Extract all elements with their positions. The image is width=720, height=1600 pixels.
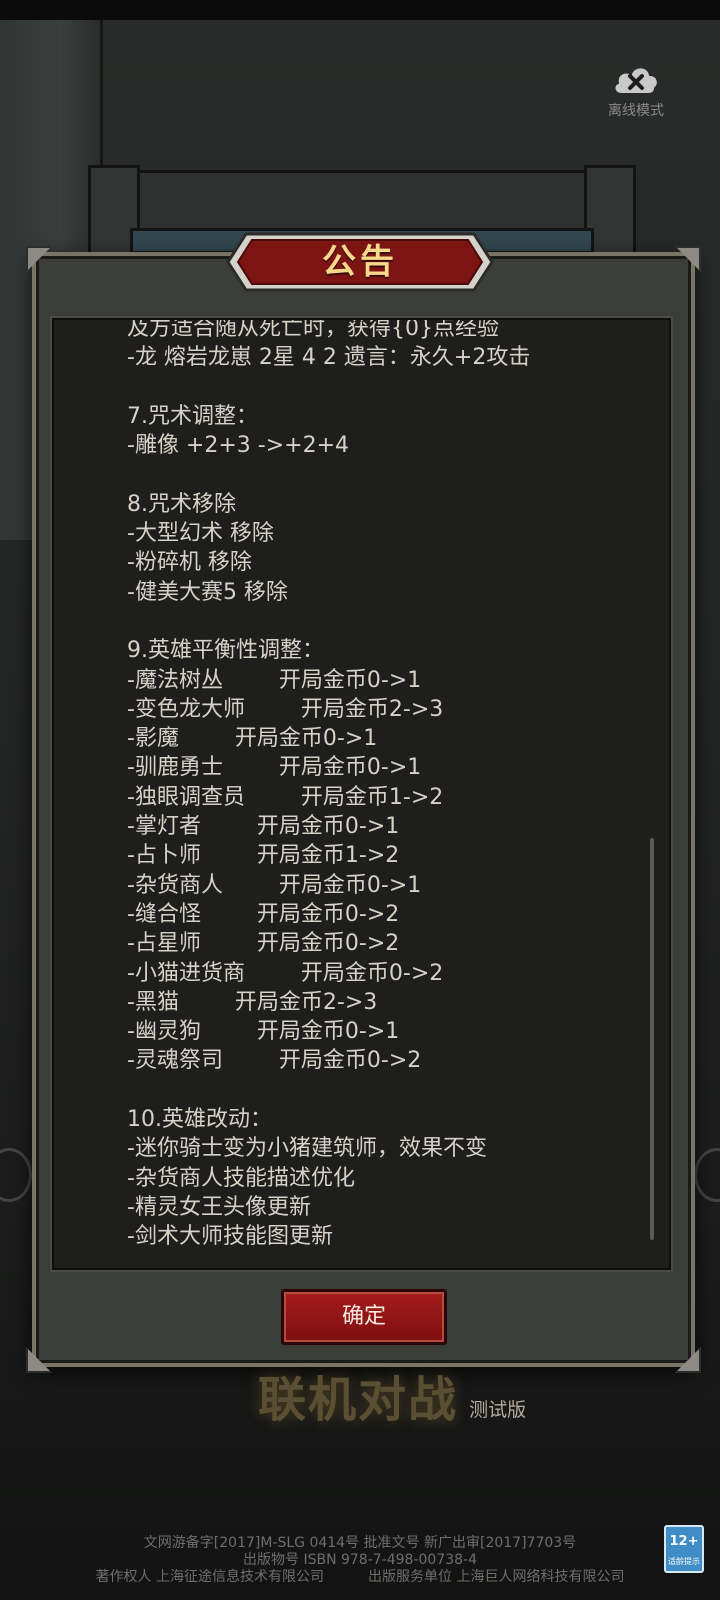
- announcement-line: -精灵女王头像更新: [127, 1194, 311, 1220]
- dialog-title-plate: 公告: [226, 232, 494, 292]
- announcement-line: -杂货商人技能描述优化: [127, 1165, 355, 1191]
- announcement-line: -掌灯者 开局金币0->1: [127, 814, 400, 840]
- license-footer: 文网游备字[2017]M-SLG 0414号 批准文号 新广出审[2017]77…: [0, 1535, 720, 1586]
- announcement-line: -驯鹿勇士 开局金币0->1: [127, 755, 422, 781]
- announcement-line: -占卜师 开局金币1->2: [127, 843, 400, 869]
- announcement-line: -黑猫 开局金币2->3: [127, 989, 378, 1015]
- announcement-line: -缝合怪 开局金币0->2: [127, 901, 400, 927]
- game-title-sub: 测试版: [469, 1399, 527, 1421]
- announcement-line: 8.咒术移除: [127, 491, 236, 517]
- age-rating-badge: 12+ 适龄提示: [664, 1525, 704, 1573]
- dialog-title: 公告: [322, 242, 398, 282]
- license-line-2: 出版物号 ISBN 978-7-498-00738-4: [243, 1552, 477, 1568]
- background-beam: [90, 170, 636, 236]
- announcement-line: -杂货商人 开局金币0->1: [127, 872, 422, 898]
- age-rating-value: 12+: [669, 1534, 699, 1549]
- announcement-line: -变色龙大师 开局金币2->3: [127, 696, 444, 722]
- announcement-line: 7.咒术调整：: [127, 403, 258, 429]
- announcement-text: 及方适合随从死亡时，获得{0}点经验 -龙 熔岩龙崽 2星 4 2 遗言：永久+2…: [127, 318, 647, 1252]
- game-title-main: 联机对战: [258, 1372, 459, 1428]
- offline-mode-label: 离线模式: [608, 103, 664, 119]
- announcement-line: -大型幻术 移除: [127, 521, 274, 547]
- offline-mode-button[interactable]: 离线模式: [596, 62, 676, 120]
- announcement-content[interactable]: 及方适合随从死亡时，获得{0}点经验 -龙 熔岩龙崽 2星 4 2 遗言：永久+2…: [52, 318, 671, 1270]
- status-bar: [0, 0, 720, 20]
- announcement-line: [127, 460, 647, 489]
- announcement-line: -小猫进货商 开局金币0->2: [127, 960, 444, 986]
- announcement-line: -占星师 开局金币0->2: [127, 931, 400, 957]
- announcement-line: 10.英雄改动：: [127, 1107, 272, 1133]
- announcement-line: 及方适合随从死亡时，获得{0}点经验: [127, 318, 499, 341]
- announcement-line: -雕像 +2+3 ->+2+4: [127, 433, 350, 459]
- confirm-button[interactable]: 确定: [281, 1289, 447, 1345]
- announcement-line: -魔法树丛 开局金币0->1: [127, 667, 422, 693]
- announcement-line: [127, 1076, 647, 1105]
- announcement-line: -灵魂祭司 开局金币0->2: [127, 1048, 422, 1074]
- announcement-line: -剑术大师技能图更新: [127, 1224, 333, 1250]
- announcement-line: -影魔 开局金币0->1: [127, 726, 378, 752]
- license-line-1: 文网游备字[2017]M-SLG 0414号 批准文号 新广出审[2017]77…: [143, 1535, 577, 1551]
- publisher: 出版服务单位 上海巨人网络科技有限公司: [368, 1569, 625, 1585]
- announcement-line: 9.英雄平衡性调整：: [127, 638, 324, 664]
- scrollbar[interactable]: [650, 838, 654, 1240]
- game-title: 联机对战 测试版: [258, 1360, 527, 1428]
- announcement-line: -粉碎机 移除: [127, 550, 252, 576]
- dialog-corner: [675, 1347, 701, 1373]
- announcement-line: [127, 607, 647, 636]
- copyright-holder: 著作权人 上海征途信息技术有限公司: [95, 1569, 324, 1585]
- announcement-line: [127, 373, 647, 402]
- announcement-line: -健美大赛5 移除: [127, 579, 288, 605]
- age-rating-label: 适龄提示: [668, 1557, 700, 1566]
- announcement-line: -龙 熔岩龙崽 2星 4 2 遗言：永久+2攻击: [127, 345, 531, 371]
- announcement-line: -幽灵狗 开局金币0->1: [127, 1019, 400, 1045]
- announcement-line: -迷你骑士变为小猪建筑师，效果不变: [127, 1136, 487, 1162]
- announcement-line: -独眼调查员 开局金币1->2: [127, 784, 444, 810]
- cloud-x-icon: [610, 62, 662, 96]
